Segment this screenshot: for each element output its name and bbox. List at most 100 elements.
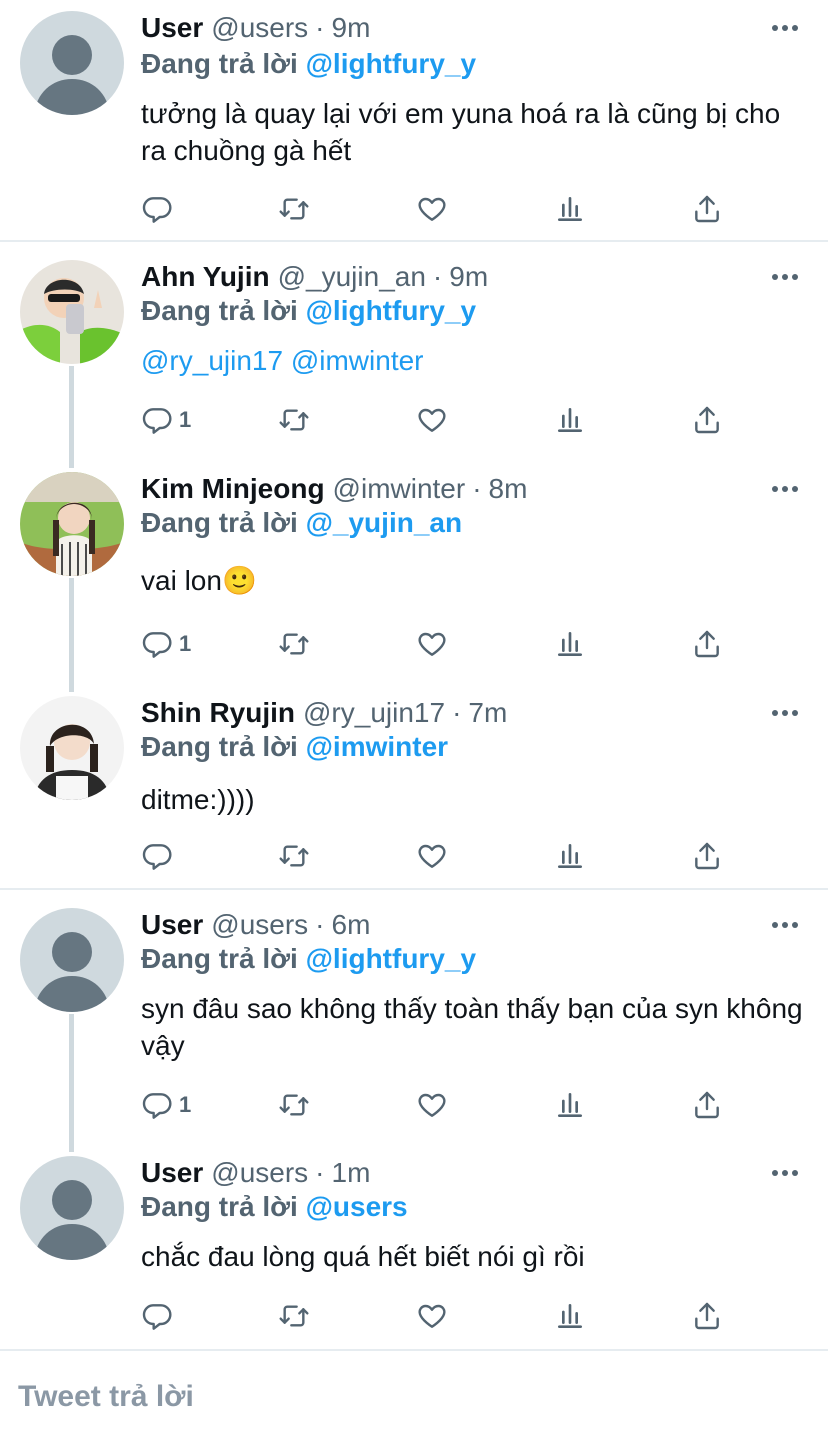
reply-input[interactable]: Tweet trả lời xyxy=(18,1380,194,1414)
avatar[interactable] xyxy=(20,1156,124,1260)
replying-prefix: Đang trả lời xyxy=(141,295,298,326)
handle[interactable]: @users xyxy=(211,1157,308,1189)
avatar[interactable] xyxy=(20,11,124,115)
replying-mention-link[interactable]: @lightfury_y xyxy=(306,48,476,79)
avatar[interactable] xyxy=(20,908,124,1012)
timestamp[interactable]: 8m xyxy=(489,473,528,505)
separator-dot: · xyxy=(315,909,325,940)
share-button[interactable] xyxy=(691,627,723,661)
like-button[interactable] xyxy=(416,1088,448,1122)
views-icon xyxy=(554,404,586,436)
display-name[interactable]: Ahn Yujin xyxy=(141,261,270,293)
replying-to: Đang trả lời @_yujin_an xyxy=(141,507,462,539)
replying-mention-link[interactable]: @_yujin_an xyxy=(306,507,462,538)
handle[interactable]: @ry_ujin17 xyxy=(303,697,445,729)
like-icon xyxy=(416,193,448,225)
retweet-button[interactable] xyxy=(278,839,310,873)
separator-dot: · xyxy=(432,261,443,292)
like-button[interactable] xyxy=(416,1299,448,1333)
share-icon xyxy=(691,1089,723,1121)
like-icon xyxy=(416,1089,448,1121)
reply-icon xyxy=(141,193,173,225)
thread-line xyxy=(69,366,74,468)
views-button[interactable] xyxy=(554,403,586,437)
tweet-header: User @users · 6m xyxy=(141,908,370,942)
replying-mention-link[interactable]: @imwinter xyxy=(306,731,448,762)
avatar[interactable] xyxy=(20,696,124,800)
views-button[interactable] xyxy=(554,839,586,873)
handle[interactable]: @users xyxy=(211,909,308,941)
reply-button[interactable]: 1 xyxy=(141,627,191,661)
reply-count: 1 xyxy=(179,631,192,656)
more-icon[interactable] xyxy=(772,922,798,930)
timestamp[interactable]: 6m xyxy=(332,909,371,941)
replying-prefix: Đang trả lời xyxy=(141,1191,298,1222)
retweet-button[interactable] xyxy=(278,403,310,437)
like-button[interactable] xyxy=(416,627,448,661)
avatar[interactable] xyxy=(20,260,124,364)
tweet-text: chắc đau lòng quá hết biết nói gì rồi xyxy=(141,1241,585,1272)
share-button[interactable] xyxy=(691,192,723,226)
timestamp[interactable]: 7m xyxy=(468,697,507,729)
views-button[interactable] xyxy=(554,1299,586,1333)
action-bar xyxy=(141,192,721,226)
reply-count: 1 xyxy=(179,1092,192,1117)
reply-button[interactable]: 1 xyxy=(141,1088,191,1122)
tweet-header: Kim Minjeong @imwinter · 8m xyxy=(141,472,527,506)
reply-icon xyxy=(141,628,173,660)
divider xyxy=(0,888,828,890)
retweet-button[interactable] xyxy=(278,1299,310,1333)
more-icon[interactable] xyxy=(772,274,798,282)
retweet-button[interactable] xyxy=(278,627,310,661)
retweet-button[interactable] xyxy=(278,1088,310,1122)
like-icon xyxy=(416,840,448,872)
like-button[interactable] xyxy=(416,839,448,873)
share-icon xyxy=(691,628,723,660)
tweet-header: User @users · 1m xyxy=(141,1156,370,1190)
views-button[interactable] xyxy=(554,627,586,661)
avatar[interactable] xyxy=(20,472,124,576)
handle[interactable]: @imwinter xyxy=(333,473,466,505)
timestamp[interactable]: 9m xyxy=(332,12,371,44)
share-button[interactable] xyxy=(691,1299,723,1333)
reply-icon xyxy=(141,1089,173,1121)
handle[interactable]: @_yujin_an xyxy=(278,261,426,293)
reply-button[interactable] xyxy=(141,839,179,873)
views-button[interactable] xyxy=(554,1088,586,1122)
divider xyxy=(0,240,828,242)
display-name[interactable]: User xyxy=(141,12,203,44)
more-icon[interactable] xyxy=(772,25,798,33)
share-button[interactable] xyxy=(691,839,723,873)
display-name[interactable]: User xyxy=(141,909,203,941)
retweet-icon xyxy=(278,193,310,225)
replying-mention-link[interactable]: @users xyxy=(306,1191,408,1222)
display-name[interactable]: Shin Ryujin xyxy=(141,697,295,729)
more-icon[interactable] xyxy=(772,486,798,494)
replying-mention-link[interactable]: @lightfury_y xyxy=(306,943,476,974)
tweet-text[interactable]: @ry_ujin17 @imwinter xyxy=(141,342,811,379)
action-bar xyxy=(141,839,721,873)
replying-mention-link[interactable]: @lightfury_y xyxy=(306,295,476,326)
more-icon[interactable] xyxy=(772,710,798,718)
reply-button[interactable] xyxy=(141,192,179,226)
handle[interactable]: @users xyxy=(211,12,308,44)
display-name[interactable]: Kim Minjeong xyxy=(141,473,325,505)
separator-dot: · xyxy=(472,473,482,504)
retweet-button[interactable] xyxy=(278,192,310,226)
share-button[interactable] xyxy=(691,403,723,437)
action-bar: 1 xyxy=(141,1088,721,1122)
reply-button[interactable]: 1 xyxy=(141,403,191,437)
views-button[interactable] xyxy=(554,192,586,226)
like-button[interactable] xyxy=(416,192,448,226)
timestamp[interactable]: 1m xyxy=(332,1157,371,1189)
reply-button[interactable] xyxy=(141,1299,179,1333)
views-icon xyxy=(554,840,586,872)
views-icon xyxy=(554,1089,586,1121)
timestamp[interactable]: 9m xyxy=(449,261,488,293)
share-button[interactable] xyxy=(691,1088,723,1122)
retweet-icon xyxy=(278,840,310,872)
action-bar: 1 xyxy=(141,403,721,437)
display-name[interactable]: User xyxy=(141,1157,203,1189)
like-button[interactable] xyxy=(416,403,448,437)
more-icon[interactable] xyxy=(772,1170,798,1178)
